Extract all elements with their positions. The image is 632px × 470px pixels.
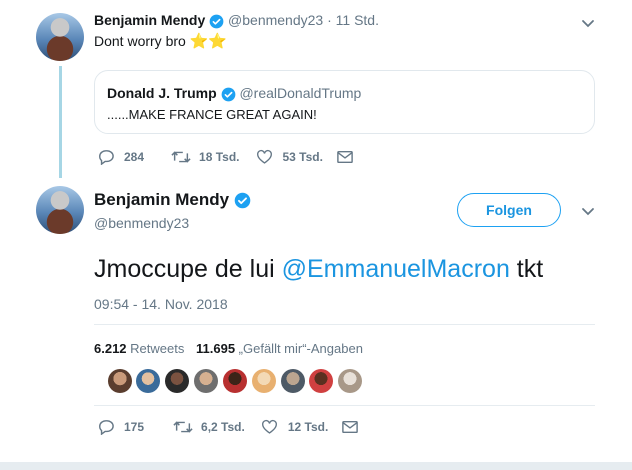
liker-avatar[interactable] [194, 369, 218, 393]
author-name[interactable]: Benjamin Mendy [94, 12, 205, 28]
envelope-icon [337, 150, 353, 164]
quoted-author-handle: @realDonaldTrump [239, 85, 362, 101]
message-button[interactable] [337, 150, 353, 164]
like-stat-label: „Gefällt mir“-Angaben [238, 341, 363, 356]
tweet-time[interactable]: · 11 Std. [327, 12, 379, 28]
tweet-body: Dont worry bro [94, 33, 186, 49]
reply-button[interactable]: 284 [97, 149, 144, 165]
author-handle[interactable]: @benmendy23 [228, 12, 323, 28]
chevron-down-icon[interactable] [580, 203, 596, 219]
liker-avatar[interactable] [281, 369, 305, 393]
retweet-button[interactable]: 6,2 Tsd. [173, 419, 245, 435]
liker-avatar[interactable] [252, 369, 276, 393]
like-count: 12 Tsd. [287, 420, 329, 434]
retweet-count: 6,2 Tsd. [201, 420, 245, 434]
quoted-text: ......MAKE FRANCE GREAT AGAIN! [107, 107, 317, 122]
like-button[interactable]: 12 Tsd. [261, 419, 328, 435]
envelope-icon [342, 420, 359, 434]
retweet-count: 18 Tsd. [199, 150, 240, 164]
like-total: 11.695 [196, 341, 236, 356]
heart-icon [256, 149, 272, 164]
liker-avatar[interactable] [136, 369, 160, 393]
star-emoji: ⭐⭐ [189, 33, 228, 50]
verified-badge-icon [209, 14, 224, 29]
retweet-stat[interactable]: 6.212 Retweets [94, 341, 188, 356]
tweet-text-after: tkt [509, 255, 544, 283]
retweet-icon [171, 151, 191, 163]
tweet-header: Benjamin Mendy @benmendy23 · 11 Std. [94, 12, 379, 29]
chevron-down-icon[interactable] [580, 15, 596, 31]
liker-avatar[interactable] [309, 369, 333, 393]
avatar[interactable] [36, 186, 84, 234]
tweet-actions: 284 18 Tsd. 53 Tsd. [97, 149, 353, 165]
quoted-header: Donald J. Trump @realDonaldTrump [107, 85, 361, 102]
tweet-text: Dont worry bro ⭐⭐ [94, 32, 227, 50]
quoted-tweet[interactable]: Donald J. Trump @realDonaldTrump ......M… [94, 70, 595, 134]
tweet-timestamp[interactable]: 09:54 - 14. Nov. 2018 [94, 296, 228, 312]
divider [94, 324, 595, 325]
reply-icon [99, 420, 114, 435]
engagement-stats: 6.212 Retweets 11.695 „Gefällt mir“-Anga… [94, 341, 363, 356]
tweet-actions: 175 6,2 Tsd. 12 Tsd. [97, 419, 359, 435]
verified-badge-icon [234, 192, 250, 209]
heart-icon [261, 419, 277, 434]
mention-link[interactable]: @EmmanuelMacron [282, 255, 510, 283]
like-stat[interactable]: 11.695 „Gefällt mir“-Angaben [196, 341, 363, 356]
reply-icon [99, 150, 114, 165]
liker-avatar[interactable] [165, 369, 189, 393]
quoted-author-name: Donald J. Trump [107, 85, 217, 101]
tweet-text: Jmoccupe de lui @EmmanuelMacron tkt [94, 255, 543, 284]
liker-avatar[interactable] [338, 369, 362, 393]
reply-button[interactable]: 175 [97, 419, 144, 435]
like-button[interactable]: 53 Tsd. [256, 149, 323, 165]
avatar[interactable] [36, 13, 84, 61]
liker-avatar[interactable] [223, 369, 247, 393]
tweet-text-before: Jmoccupe de lui [94, 255, 282, 283]
divider [94, 405, 595, 406]
retweet-button[interactable]: 18 Tsd. [171, 149, 240, 165]
retweet-stat-label: Retweets [130, 341, 185, 356]
thread-connector [59, 66, 62, 178]
message-button[interactable] [342, 420, 359, 434]
retweet-icon [173, 421, 193, 433]
reply-count: 284 [124, 150, 145, 164]
like-count: 53 Tsd. [282, 150, 323, 164]
verified-badge-icon [221, 87, 235, 102]
liker-avatar[interactable] [108, 369, 132, 393]
timeline-separator [0, 462, 632, 470]
author-block: Benjamin Mendy [94, 190, 251, 210]
reply-count: 175 [124, 420, 145, 434]
author-name[interactable]: Benjamin Mendy [94, 190, 229, 209]
author-handle[interactable]: @benmendy23 [94, 215, 189, 231]
retweet-total: 6.212 [94, 341, 127, 356]
follow-button[interactable]: Folgen [457, 193, 561, 227]
